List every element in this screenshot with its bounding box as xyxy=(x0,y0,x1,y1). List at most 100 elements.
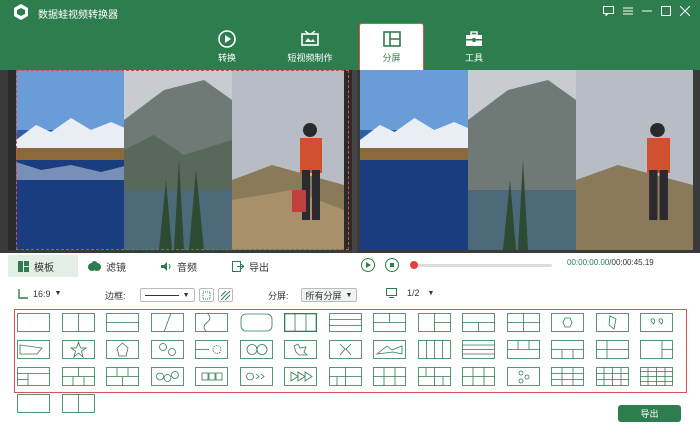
template-thumbnail[interactable] xyxy=(239,340,273,359)
template-thumbnail[interactable] xyxy=(373,313,406,332)
template-thumbnail[interactable] xyxy=(240,313,273,332)
duration: /00:00:45.19 xyxy=(609,258,654,267)
template-thumbnail[interactable] xyxy=(61,394,95,413)
page-value: 1/2 xyxy=(407,288,420,298)
template-thumbnail[interactable] xyxy=(595,367,629,386)
menu-icon[interactable] xyxy=(618,3,637,19)
tab-export-label: 导出 xyxy=(249,262,269,274)
template-thumbnail[interactable] xyxy=(195,367,228,386)
chevron-down-icon: ▼ xyxy=(345,291,353,299)
editor-preview[interactable] xyxy=(8,70,352,250)
close-icon[interactable] xyxy=(675,3,694,19)
template-thumbnail[interactable] xyxy=(150,340,184,359)
template-thumbnail[interactable] xyxy=(506,367,540,386)
border-pattern-button[interactable] xyxy=(217,288,233,302)
nav-video-maker[interactable]: 短视频制作 xyxy=(275,24,345,70)
template-thumbnail[interactable] xyxy=(17,394,50,413)
timecode: 00:00:00.00/00:00:45.19 xyxy=(567,258,654,267)
template-thumbnail[interactable] xyxy=(150,367,184,386)
output-clip-forest xyxy=(468,70,576,250)
monitor-icon xyxy=(386,288,397,298)
nav-convert-label: 转换 xyxy=(217,53,236,63)
template-thumbnail[interactable] xyxy=(640,313,673,332)
template-thumbnail[interactable] xyxy=(417,367,451,386)
app-logo-icon xyxy=(14,4,28,20)
progress-track[interactable] xyxy=(414,264,552,267)
tab-audio[interactable]: 音频 xyxy=(160,255,220,277)
hatch-icon xyxy=(220,290,230,300)
template-thumbnail[interactable] xyxy=(373,367,406,386)
nav-toolbox[interactable]: 工具 xyxy=(439,24,509,70)
template-thumbnail[interactable] xyxy=(239,367,273,386)
template-thumbnail[interactable] xyxy=(551,367,584,386)
maximize-icon[interactable] xyxy=(656,3,675,19)
tab-template[interactable]: 模板 xyxy=(8,255,78,277)
template-thumbnail[interactable] xyxy=(462,313,495,332)
template-thumbnail[interactable] xyxy=(106,340,139,359)
aspect-ratio-icon xyxy=(18,289,28,299)
border-label: 边框: xyxy=(105,290,126,301)
split-option: 分屏: 所有分屏 ▼ xyxy=(268,288,358,302)
template-thumbnail[interactable] xyxy=(61,367,95,386)
selected-frame-outline xyxy=(16,70,349,250)
minimize-icon[interactable] xyxy=(637,3,656,19)
template-thumbnail[interactable] xyxy=(506,340,540,359)
template-thumbnail[interactable] xyxy=(17,367,50,386)
template-thumbnail[interactable] xyxy=(17,340,50,359)
tab-filter[interactable]: 滤镜 xyxy=(88,255,148,277)
template-thumbnail[interactable] xyxy=(551,340,584,359)
toolbox-icon xyxy=(466,31,482,46)
page-select[interactable]: 1/2 ▼ xyxy=(386,288,434,298)
template-thumbnail[interactable] xyxy=(417,340,451,359)
template-thumbnail[interactable] xyxy=(284,340,317,359)
template-thumbnail[interactable] xyxy=(373,340,406,359)
preview-divider xyxy=(352,70,357,253)
template-thumbnail[interactable] xyxy=(328,313,362,332)
template-thumbnail[interactable] xyxy=(462,367,495,386)
template-thumbnail[interactable] xyxy=(328,367,362,386)
nav-split-screen-label: 分屏 xyxy=(382,53,401,63)
template-thumbnail[interactable] xyxy=(417,313,451,332)
export-button[interactable]: 导出 xyxy=(618,405,681,422)
template-thumbnail[interactable] xyxy=(61,340,95,359)
template-thumbnail[interactable] xyxy=(595,313,629,332)
template-thumbnail[interactable] xyxy=(551,313,584,332)
template-thumbnail[interactable] xyxy=(328,340,362,359)
preview-area xyxy=(0,70,700,253)
editor-tabs: 模板 滤镜 音频 导出 xyxy=(8,255,352,277)
chevron-down-icon: ▼ xyxy=(427,289,435,297)
template-thumbnail[interactable] xyxy=(106,367,139,386)
template-thumbnail[interactable] xyxy=(106,313,139,332)
stop-button[interactable] xyxy=(385,258,399,272)
template-thumbnail[interactable] xyxy=(61,313,95,332)
nav-video-maker-label: 短视频制作 xyxy=(287,53,333,63)
template-thumbnail[interactable] xyxy=(640,367,673,386)
feedback-icon[interactable] xyxy=(599,3,618,19)
chevron-down-icon: ▼ xyxy=(182,291,190,299)
tab-export[interactable]: 导出 xyxy=(232,255,292,277)
border-style-select[interactable]: ▼ xyxy=(139,288,195,302)
template-grid xyxy=(14,309,687,413)
nav-split-screen[interactable]: 分屏 xyxy=(359,23,424,70)
template-thumbnail[interactable] xyxy=(195,312,228,333)
progress-handle[interactable] xyxy=(410,261,418,269)
split-filter-select[interactable]: 所有分屏 ▼ xyxy=(300,288,358,302)
template-thumbnail[interactable] xyxy=(462,340,495,359)
export-icon xyxy=(232,260,244,272)
ratio-select[interactable]: 16:9 ▼ xyxy=(18,288,61,299)
template-thumbnail[interactable] xyxy=(283,312,318,333)
template-thumbnail[interactable] xyxy=(195,340,228,359)
template-thumbnail[interactable] xyxy=(150,312,184,333)
split-screen-icon xyxy=(382,31,401,47)
template-thumbnail[interactable] xyxy=(284,367,317,386)
template-thumbnail[interactable] xyxy=(640,340,673,359)
template-thumbnail[interactable] xyxy=(506,313,540,332)
chevron-down-icon: ▼ xyxy=(54,290,62,297)
template-thumbnail[interactable] xyxy=(595,340,629,359)
tab-audio-label: 音频 xyxy=(177,262,197,274)
border-color-button[interactable] xyxy=(198,288,214,302)
play-button[interactable] xyxy=(361,258,375,272)
nav-convert[interactable]: 转换 xyxy=(192,24,262,70)
grid-dots-icon xyxy=(202,291,211,299)
template-thumbnail[interactable] xyxy=(17,313,50,332)
